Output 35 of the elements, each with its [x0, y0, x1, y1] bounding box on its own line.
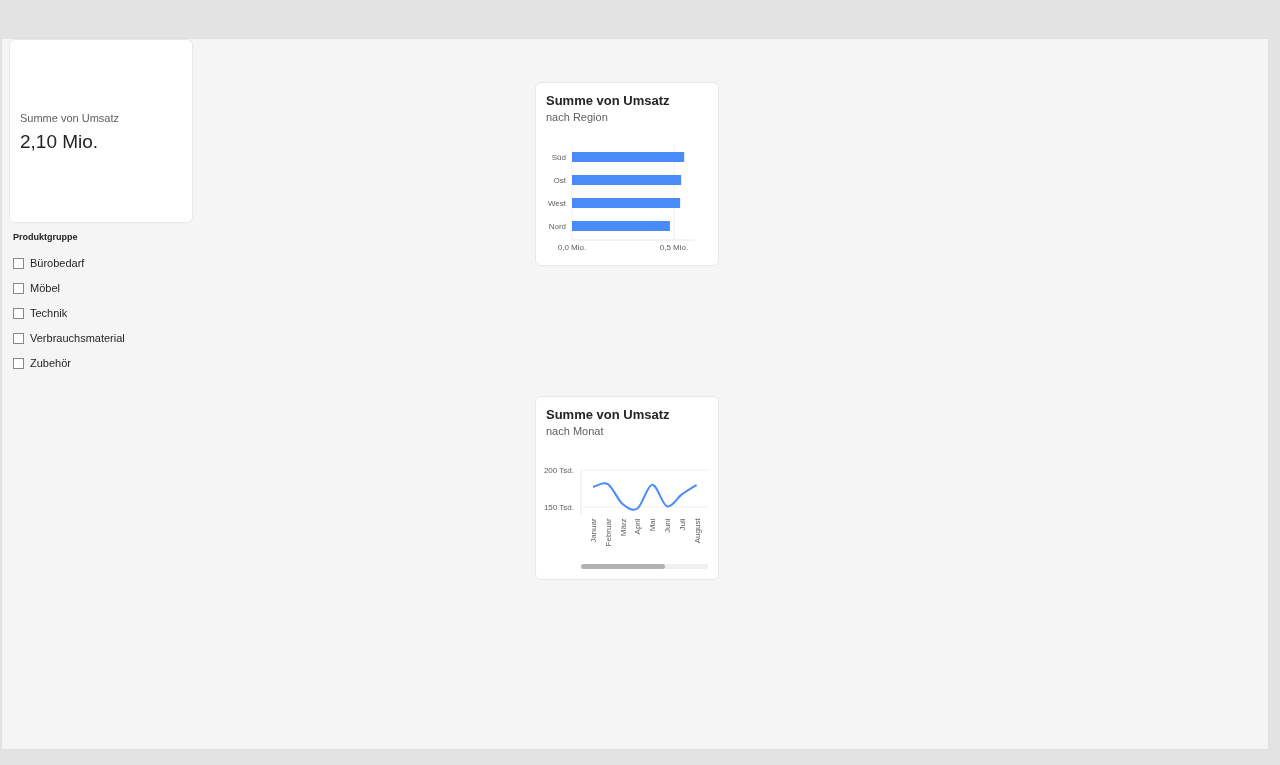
axis-category-label: Süd [551, 153, 566, 162]
axis-tick-label: 200 Tsd. [543, 466, 574, 475]
slicer-checkbox-item[interactable]: Zubehör [13, 350, 71, 376]
chart-title: Summe von Umsatz [546, 407, 670, 423]
slicer-checkbox-item[interactable]: Möbel [13, 275, 60, 301]
axis-category-label: April [633, 518, 643, 535]
chart-subtitle: nach Region [546, 110, 608, 125]
checkbox[interactable] [13, 257, 24, 269]
axis-tick-label: 150 Tsd. [543, 503, 574, 512]
slicer-checkbox-item[interactable]: Technik [13, 300, 68, 326]
axis-category-label: Ost [553, 176, 566, 185]
axis-category-label: Nord [548, 222, 566, 231]
checkbox[interactable] [13, 307, 24, 319]
axis-category-label: Mai [648, 518, 658, 532]
chart-title: Summe von Umsatz [546, 93, 670, 109]
kpi-label: Summe von Umsatz [20, 111, 120, 126]
axis-category-label: August [692, 518, 702, 544]
axis-category-label: Juni [663, 518, 672, 534]
slicer-title: Produktgruppe [13, 231, 78, 244]
slicer-checkbox-item[interactable]: Bürobedarf [13, 250, 85, 276]
axis-category-label: Juli [677, 518, 687, 531]
axis-category-label: Januar [589, 518, 598, 543]
chart-subtitle: nach Monat [546, 424, 604, 439]
scrollbar-thumb[interactable] [581, 564, 665, 569]
axis-tick-label: 0,5 Mio. [659, 243, 689, 252]
axis-category-label: West [547, 199, 566, 208]
axis-category-label: März [618, 518, 628, 537]
checkbox[interactable] [13, 332, 24, 344]
scrollbar[interactable] [581, 564, 708, 569]
slicer-checkbox-item[interactable]: Verbrauchsmaterial [13, 325, 125, 351]
kpi-value: 2,10 Mio. [20, 129, 99, 154]
axis-tick-label: 0,0 Mio. [557, 243, 587, 252]
axis-category-label: Februar [603, 518, 613, 547]
checkbox[interactable] [13, 357, 24, 369]
checkbox[interactable] [13, 282, 24, 294]
